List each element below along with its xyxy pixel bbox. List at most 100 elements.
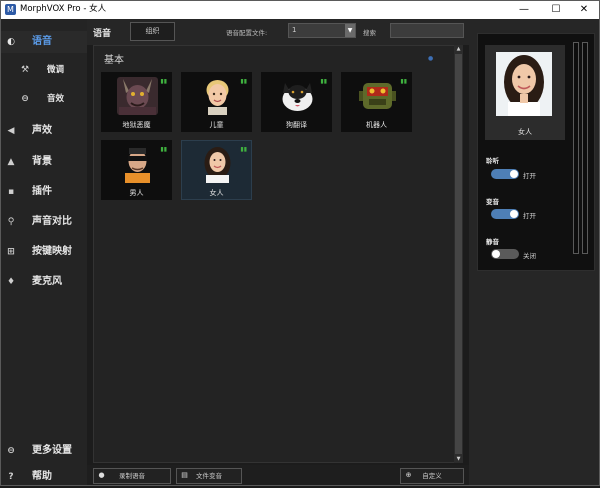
avatar [496, 52, 552, 116]
voice-name: 女人 [209, 189, 224, 197]
section-title: 基本 [104, 55, 124, 66]
keyboard-icon: ⊞ [7, 247, 15, 257]
profile-label: 语音配置文件: [226, 29, 268, 37]
speaker-icon: ◀ [7, 126, 15, 136]
customize-label: 自定义 [422, 472, 442, 480]
mute-state: 关闭 [523, 252, 536, 260]
file-morph-button[interactable]: ▤ 文件变音 [176, 468, 242, 484]
man-portrait [117, 145, 158, 183]
title-bar: M MorphVOX Pro - 女人 — ☐ ✕ [1, 1, 599, 19]
sidebar-item-label: 声效 [32, 125, 52, 136]
voice-name: 狗翻译 [286, 121, 307, 129]
sidebar-item-label: 插件 [32, 186, 52, 197]
sidebar-item-compare[interactable]: ⚲ 声音对比 [1, 211, 87, 233]
voice-name: 儿童 [209, 121, 224, 129]
sidebar-item-label: 音效 [47, 94, 65, 104]
microphone-icon: ♦ [6, 277, 16, 287]
selected-voice-name: 女人 [518, 128, 532, 136]
mute-toggle[interactable] [491, 249, 519, 259]
dropdown-arrow-icon[interactable]: ▼ [345, 24, 355, 37]
voice-name: 男人 [129, 189, 144, 197]
maximize-button[interactable]: ☐ [541, 1, 571, 19]
collapse-dot-icon[interactable]: ● [428, 55, 433, 62]
sidebar-item-keymap[interactable]: ⊞ 按键映射 [1, 241, 87, 263]
sidebar-item-background[interactable]: ▲ 背景 [1, 151, 87, 173]
child-portrait [197, 77, 238, 115]
sidebar: ◐ 语音 ⚒ 微调 ⊖ 音效 ◀ 声效 ▲ 背景 ▪ 插件 ⚲ 声音对比 ⊞ 按 [1, 19, 87, 485]
voice-name: 地狱恶魔 [122, 121, 151, 129]
sidebar-item-label: 帮助 [32, 471, 52, 482]
voice-card-robot[interactable]: ▮▮ 机器人 [341, 72, 412, 132]
scrollbar-thumb[interactable] [455, 54, 462, 454]
listen-toggle[interactable] [491, 169, 519, 179]
bottom-toolbar: ● 录制语音 ▤ 文件变音 ⊕ 自定义 [87, 465, 469, 485]
sidebar-item-more-settings[interactable]: ⊖ 更多设置 [1, 440, 87, 462]
signal-icon: ▮▮ [240, 78, 247, 85]
signal-icon: ▮▮ [160, 78, 167, 85]
sidebar-item-tweak[interactable]: ⚒ 微调 [1, 59, 87, 81]
voice-card-dog[interactable]: ▮▮ 狗翻译 [261, 72, 332, 132]
voice-icon: ◐ [7, 37, 15, 47]
file-morph-label: 文件变音 [196, 472, 222, 480]
sidebar-item-label: 背景 [32, 156, 52, 167]
voice-card-demon[interactable]: ▮▮ 地狱恶魔 [101, 72, 172, 132]
morph-label: 变音 [486, 198, 499, 206]
record-voice-button[interactable]: ● 录制语音 [93, 468, 171, 484]
record-voice-label: 录制语音 [119, 472, 145, 480]
sidebar-item-label: 更多设置 [32, 445, 72, 456]
app-icon: M [5, 4, 16, 15]
profile-select[interactable]: 1 ▼ [288, 23, 356, 38]
robot-portrait [357, 77, 398, 115]
input-level-meter [573, 42, 579, 254]
scroll-up-icon[interactable]: ▲ [454, 45, 463, 53]
dog-portrait [277, 77, 318, 115]
mute-label: 静音 [486, 238, 499, 246]
minimize-button[interactable]: — [509, 1, 539, 19]
voice-card-child[interactable]: ▮▮ 儿童 [181, 72, 252, 132]
window-title: MorphVOX Pro - 女人 [20, 4, 107, 14]
ring-icon: ⊖ [21, 94, 29, 104]
scroll-down-icon[interactable]: ▼ [454, 455, 463, 463]
vertical-scrollbar[interactable]: ▲ ▼ [454, 45, 463, 463]
signal-icon: ▮▮ [320, 78, 327, 85]
sidebar-item-voice[interactable]: ◐ 语音 [1, 31, 87, 53]
settings-icon: ⊖ [7, 446, 15, 456]
demon-portrait [117, 77, 158, 115]
sidebar-item-mic[interactable]: ♦ 麦克风 [1, 271, 87, 293]
sidebar-item-effects[interactable]: ◀ 声效 [1, 120, 87, 142]
signal-icon: ▮▮ [240, 146, 247, 153]
sidebar-item-label: 微调 [47, 65, 65, 75]
plug-icon: ▪ [7, 187, 15, 197]
sidebar-item-label: 声音对比 [32, 216, 72, 227]
help-icon: ? [8, 472, 14, 482]
voice-card-woman[interactable]: ▮▮ 女人 [181, 140, 252, 200]
sidebar-item-label: 按键映射 [32, 246, 72, 257]
sidebar-item-help[interactable]: ? 帮助 [1, 466, 87, 488]
close-button[interactable]: ✕ [569, 1, 599, 19]
customize-button[interactable]: ⊕ 自定义 [400, 468, 464, 484]
section-label: 语音 [93, 29, 112, 39]
morph-state: 打开 [523, 212, 536, 220]
voice-name: 机器人 [366, 121, 387, 129]
search-input[interactable] [390, 23, 464, 38]
listen-state: 打开 [523, 172, 536, 180]
signal-icon: ▮▮ [160, 146, 167, 153]
profile-value: 1 [292, 26, 297, 34]
app-window: M MorphVOX Pro - 女人 — ☐ ✕ ◐ 语音 ⚒ 微调 ⊖ 音效… [0, 0, 600, 486]
top-toolbar: 语音 组织 语音配置文件: 1 ▼ 搜索 [87, 19, 469, 45]
sidebar-item-label: 语音 [32, 36, 52, 47]
morph-toggle[interactable] [491, 209, 519, 219]
sidebar-item-sound[interactable]: ⊖ 音效 [1, 88, 87, 110]
woman-portrait [197, 145, 238, 183]
sidebar-item-label: 麦克风 [32, 276, 62, 287]
voice-card-man[interactable]: ▮▮ 男人 [101, 140, 172, 200]
tools-icon: ⚒ [20, 65, 30, 75]
voice-library: 基本 ● ▮▮ 地狱恶魔 ▮▮ 儿童 ▮▮ 狗翻译 ▮▮ 机器人 ▮▮ 男人 ▮… [93, 45, 455, 463]
listen-label: 聆听 [486, 157, 499, 165]
signal-icon: ▮▮ [400, 78, 407, 85]
landscape-icon: ▲ [7, 157, 15, 167]
organize-button[interactable]: 组织 [130, 22, 175, 41]
sidebar-item-plugins[interactable]: ▪ 插件 [1, 181, 87, 203]
search-label: 搜索 [363, 29, 376, 37]
selected-voice-card: 女人 [485, 45, 565, 140]
